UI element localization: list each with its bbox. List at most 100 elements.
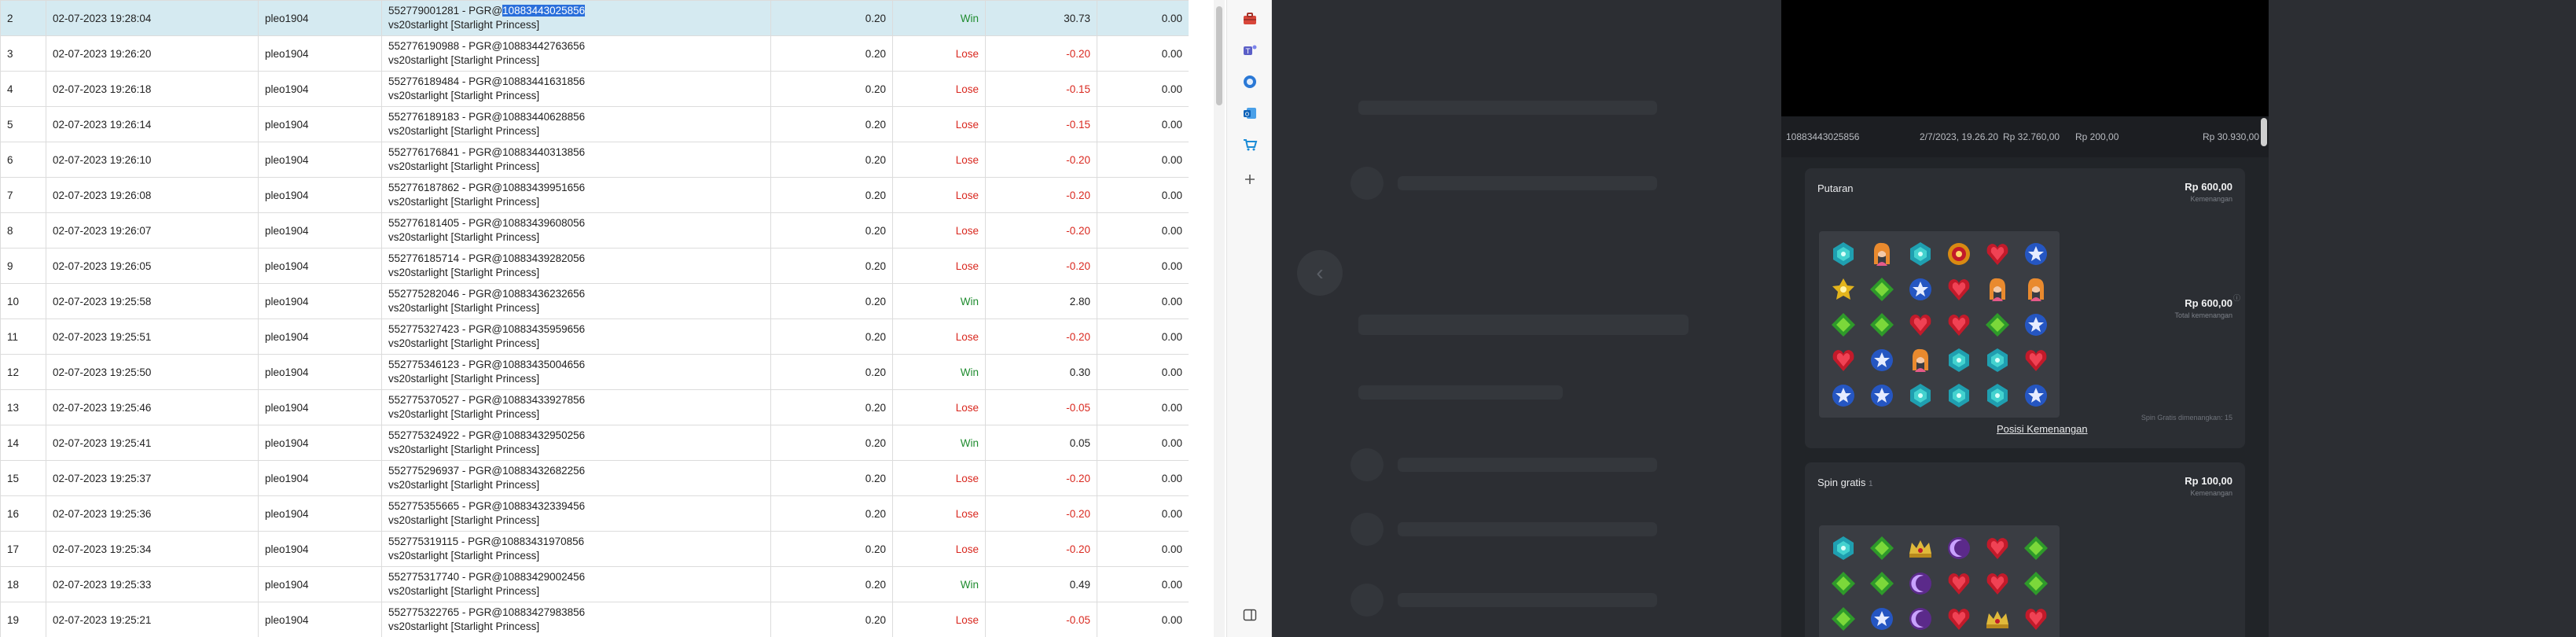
row-number: 12 (0, 354, 46, 390)
row-winloss: 30.73 (985, 0, 1097, 36)
row-ref-prefix: 552775322765 - PGR@ (388, 606, 503, 618)
table-row[interactable]: 12 02-07-2023 19:25:50 pleo1904 55277534612… (0, 354, 1189, 390)
row-ref-id: 10883429002456 (502, 571, 586, 583)
moon-symbol-icon (1901, 601, 1939, 636)
replay-video-area[interactable] (1781, 0, 2269, 116)
round-summary: 10883443025856 2/7/2023, 19.26.20 Rp 32.… (1781, 116, 2269, 157)
row-balance: 0.00 (1097, 142, 1189, 178)
row-bet: 0.20 (770, 531, 893, 567)
toolbox-icon[interactable] (1240, 9, 1259, 28)
row-ref-prefix: 552776181405 - PGR@ (388, 217, 503, 229)
free-spin-title: Spin gratis 1 (1817, 477, 1873, 488)
free-spin-note: Spin Gratis dimenangkan: 15 (2141, 414, 2232, 422)
row-result: Lose (892, 460, 986, 496)
round-win: Rp 200,00 (2075, 131, 2119, 142)
shopping-cart-icon[interactable] (1240, 135, 1259, 154)
row-result: Lose (892, 495, 986, 532)
row-game: vs20starlight [Starlight Princess] (388, 302, 540, 314)
copilot-icon[interactable] (1240, 72, 1259, 91)
table-row[interactable]: 16 02-07-2023 19:25:36 pleo1904 55277535566… (0, 495, 1189, 532)
table-row[interactable]: 17 02-07-2023 19:25:34 pleo1904 55277531911… (0, 531, 1189, 567)
spin-card: Putaran Rp 600,00 Kemenangan Rp 600,00 ⓘ… (1805, 168, 2245, 448)
row-description: 552779001281 - PGR@10883443025856 vs20sta… (381, 0, 771, 36)
spin-amount-label: Kemenangan (2190, 195, 2232, 203)
row-username: pleo1904 (258, 35, 382, 72)
sidebar-toggle-icon[interactable] (1240, 606, 1259, 624)
row-result: Win (892, 283, 986, 319)
table-row[interactable]: 19 02-07-2023 19:25:21 pleo1904 55277532276… (0, 602, 1189, 637)
row-reference: 552776189484 - PGR@10883441631856 (388, 75, 764, 89)
row-description: 552776185714 - PGR@10883439282056 vs20sta… (381, 248, 771, 284)
row-description: 552775319115 - PGR@10883431970856 vs20sta… (381, 531, 771, 567)
red-symbol-icon (1978, 565, 2016, 601)
table-scrollbar[interactable] (1214, 0, 1225, 637)
row-balance: 0.00 (1097, 177, 1189, 213)
row-game: vs20starlight [Starlight Princess] (388, 90, 540, 101)
row-ref-prefix: 552775355665 - PGR@ (388, 500, 503, 512)
row-datetime: 02-07-2023 19:25:58 (46, 283, 259, 319)
row-bet: 0.20 (770, 35, 893, 72)
row-result: Lose (892, 531, 986, 567)
info-icon[interactable]: ⓘ (2233, 293, 2240, 303)
green-symbol-icon (2016, 565, 2055, 601)
detail-scrollbar-thumb[interactable] (2261, 118, 2267, 146)
row-balance: 0.00 (1097, 248, 1189, 284)
row-datetime: 02-07-2023 19:25:33 (46, 566, 259, 602)
table-scrollbar-thumb[interactable] (1216, 6, 1222, 105)
row-ref-prefix: 552776176841 - PGR@ (388, 146, 503, 158)
placeholder-row (1398, 176, 1657, 190)
table-row[interactable]: 9 02-07-2023 19:26:05 pleo1904 552776185714… (0, 248, 1189, 284)
table-row[interactable]: 13 02-07-2023 19:25:46 pleo1904 55277537052… (0, 389, 1189, 425)
blue-symbol-icon (2016, 236, 2055, 271)
red-symbol-icon (1901, 307, 1939, 342)
teal-symbol-icon (1901, 236, 1939, 271)
row-description: 552775370527 - PGR@10883433927856 vs20sta… (381, 389, 771, 425)
table-row[interactable]: 3 02-07-2023 19:26:20 pleo1904 552776190988… (0, 35, 1189, 72)
teams-icon[interactable]: T (1240, 41, 1259, 60)
row-bet: 0.20 (770, 142, 893, 178)
table-row[interactable]: 11 02-07-2023 19:25:51 pleo1904 55277532742… (0, 318, 1189, 355)
row-result: Win (892, 566, 986, 602)
table-row[interactable]: 14 02-07-2023 19:25:41 pleo1904 55277532492… (0, 425, 1189, 461)
back-button[interactable]: ‹ (1297, 250, 1343, 296)
free-spin-amount: Rp 100,00 (2185, 475, 2232, 487)
table-row[interactable]: 4 02-07-2023 19:26:18 pleo1904 552776189484… (0, 71, 1189, 107)
row-bet: 0.20 (770, 106, 893, 142)
teal-symbol-icon (1824, 530, 1862, 565)
table-row[interactable]: 18 02-07-2023 19:25:33 pleo1904 55277531774… (0, 566, 1189, 602)
table-row[interactable]: 15 02-07-2023 19:25:37 pleo1904 55277529693… (0, 460, 1189, 496)
table-row[interactable]: 6 02-07-2023 19:26:10 pleo1904 552776176841… (0, 142, 1189, 178)
table-row[interactable]: 8 02-07-2023 19:26:07 pleo1904 552776181405… (0, 212, 1189, 249)
winning-positions-link[interactable]: Posisi Kemenangan (1997, 423, 2088, 435)
table-row[interactable]: 7 02-07-2023 19:26:08 pleo1904 552776187862… (0, 177, 1189, 213)
row-username: pleo1904 (258, 318, 382, 355)
row-reference: 552775296937 - PGR@10883432682256 (388, 464, 764, 478)
row-balance: 0.00 (1097, 495, 1189, 532)
row-description: 552775317740 - PGR@10883429002456 vs20sta… (381, 566, 771, 602)
row-datetime: 02-07-2023 19:25:51 (46, 318, 259, 355)
outlook-icon[interactable]: O (1240, 104, 1259, 123)
table-row[interactable]: 2 02-07-2023 19:28:04 pleo1904 552779001281… (0, 0, 1189, 36)
game-history-overlay: ‹ 10883443025856 2/7/2023, 19.26.20 Rp 3… (1272, 0, 2576, 637)
spin-total-label: Total kemenangan (2174, 311, 2232, 319)
row-balance: 0.00 (1097, 318, 1189, 355)
row-datetime: 02-07-2023 19:25:41 (46, 425, 259, 461)
row-description: 552775346123 - PGR@10883435004656 vs20sta… (381, 354, 771, 390)
row-ref-prefix: 552776187862 - PGR@ (388, 182, 503, 193)
row-winloss: -0.20 (985, 318, 1097, 355)
svg-text:T: T (1245, 48, 1251, 56)
add-icon[interactable] (1240, 170, 1259, 189)
row-game: vs20starlight [Starlight Princess] (388, 231, 540, 243)
row-username: pleo1904 (258, 142, 382, 178)
teal-symbol-icon (1978, 377, 2016, 413)
row-reference: 552775317740 - PGR@10883429002456 (388, 570, 764, 584)
row-datetime: 02-07-2023 19:26:05 (46, 248, 259, 284)
row-bet: 0.20 (770, 566, 893, 602)
table-row[interactable]: 5 02-07-2023 19:26:14 pleo1904 552776189183… (0, 106, 1189, 142)
row-datetime: 02-07-2023 19:26:20 (46, 35, 259, 72)
table-row[interactable]: 10 02-07-2023 19:25:58 pleo1904 55277528204… (0, 283, 1189, 319)
row-ref-id: 10883439608056 (502, 217, 586, 229)
row-datetime: 02-07-2023 19:26:07 (46, 212, 259, 249)
row-ref-id: 10883432682256 (502, 465, 586, 477)
row-number: 17 (0, 531, 46, 567)
